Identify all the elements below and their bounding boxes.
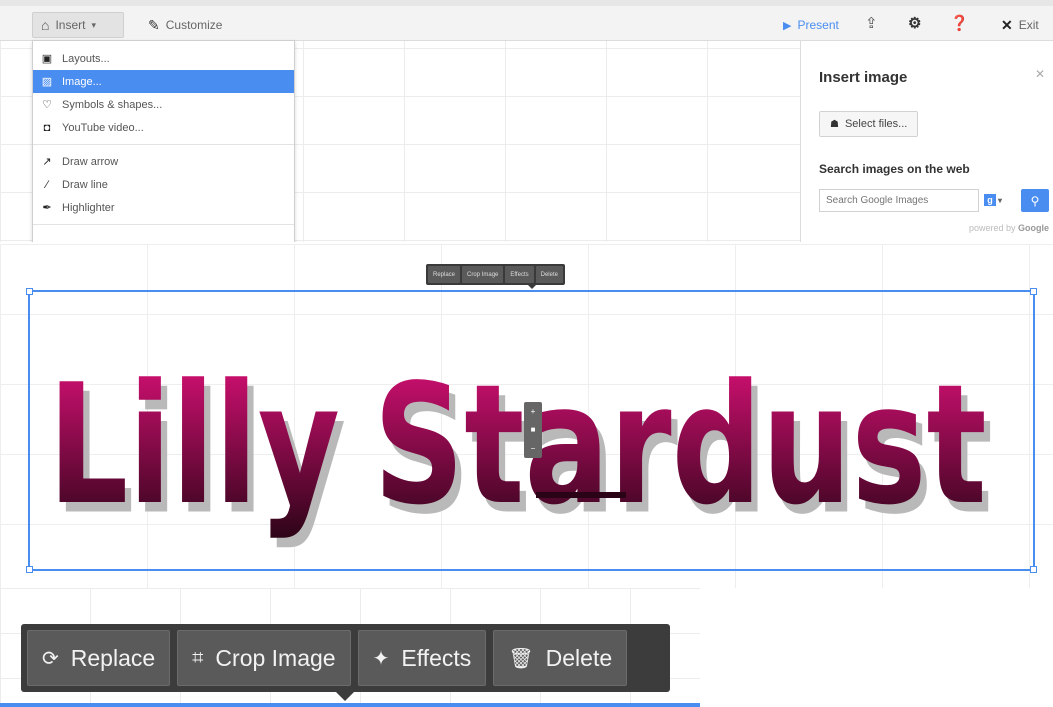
selection-edge-line — [0, 703, 700, 707]
insert-dropdown-menu: ▣ Layouts... ▨ Image... ♡ Symbols & shap… — [32, 40, 295, 242]
google-icon: g — [984, 194, 996, 206]
image-toolbar: ⟳ Replace ⌗ Crop Image ✦ Effects 🗑 Delet… — [21, 624, 670, 692]
menu-divider — [33, 144, 294, 145]
menu-item-label: YouTube video... — [62, 121, 144, 134]
video-icon: ◘ — [43, 121, 51, 134]
menu-item-highlighter[interactable]: ✒ Highlighter — [33, 196, 294, 219]
menu-item-label: Draw arrow — [62, 155, 119, 168]
title-underline-mark — [536, 492, 626, 498]
panel-title: Insert image — [819, 69, 908, 86]
replace-icon: ⟳ — [42, 647, 59, 670]
present-button[interactable]: ▶ Present — [775, 12, 847, 38]
image-search-input[interactable] — [819, 189, 979, 212]
close-icon[interactable]: ✕ — [1035, 67, 1045, 81]
image-mini-toolbar: Replace Crop Image Effects Delete — [426, 264, 565, 285]
search-section-title: Search images on the web — [819, 162, 970, 176]
layout-icon: ▣ — [41, 53, 53, 65]
resize-handle-bottom-left[interactable] — [26, 566, 33, 573]
line-icon: ∕ — [46, 178, 48, 191]
image-icon: ▨ — [41, 76, 53, 88]
crop-image-button[interactable]: ⌗ Crop Image — [177, 630, 351, 686]
mini-replace-button[interactable]: Replace — [428, 266, 461, 283]
menu-item-label: Symbols & shapes... — [62, 98, 163, 111]
insert-image-panel: Insert image ✕ ☗ Select files... Search … — [800, 41, 1053, 242]
resize-handle-top-right[interactable] — [1030, 288, 1037, 295]
zoom-out-icon[interactable]: − — [531, 444, 536, 453]
menu-item-label: Image... — [62, 75, 102, 88]
image-toolbar-zoom-panel: ⟳ Replace ⌗ Crop Image ✦ Effects 🗑 Delet… — [0, 588, 700, 707]
image-zoom-control[interactable]: + ■ − — [524, 402, 542, 458]
insert-icon: ⌂ — [41, 17, 50, 33]
crop-icon: ⌗ — [192, 646, 204, 669]
shapes-icon: ♡ — [42, 99, 52, 111]
close-icon: ✕ — [1001, 16, 1013, 33]
zoom-reset-icon[interactable]: ■ — [531, 425, 536, 434]
replace-button[interactable]: ⟳ Replace — [27, 630, 171, 686]
insert-label: Insert — [55, 18, 86, 32]
trash-icon: 🗑 — [508, 647, 534, 670]
share-icon[interactable]: ⇪ — [865, 14, 878, 32]
menu-item-draw-line[interactable]: ∕ Draw line — [33, 173, 294, 196]
menu-item-symbols[interactable]: ♡ Symbols & shapes... — [33, 93, 294, 116]
powered-by-text: powered by — [968, 223, 1016, 233]
menu-item-draw-arrow[interactable]: ↗ Draw arrow — [33, 150, 294, 173]
title-word-lilly: Lilly — [48, 348, 340, 542]
title-text: Lilly Stardust — [48, 348, 987, 542]
pencil-icon: ✎ — [148, 16, 160, 33]
search-provider-select[interactable]: g ▾ — [984, 191, 1008, 209]
exit-button[interactable]: ✕ Exit — [993, 12, 1047, 38]
effects-button[interactable]: ✦ Effects — [357, 630, 487, 686]
editor-top-panel: ⌂ Insert ▾ ✎ Customize ▶ Present ⇪ ⚙ ❓ ✕… — [0, 0, 1053, 242]
title-word-stardust: Stardust — [374, 348, 987, 542]
screenshot-canvas: ⌂ Insert ▾ ✎ Customize ▶ Present ⇪ ⚙ ❓ ✕… — [0, 0, 1053, 707]
sparkle-icon: ✦ — [372, 647, 390, 670]
mini-toolbar-pointer — [528, 285, 536, 289]
customize-label: Customize — [165, 18, 223, 32]
menu-divider — [33, 224, 294, 225]
slide-panel: Replace Crop Image Effects Delete Lilly … — [0, 244, 1053, 588]
search-button[interactable]: ⚲ — [1021, 189, 1049, 212]
delete-label: Delete — [545, 644, 613, 671]
delete-button[interactable]: 🗑 Delete — [493, 630, 628, 686]
gear-icon[interactable]: ⚙ — [908, 14, 921, 32]
exit-label: Exit — [1018, 18, 1039, 32]
play-icon: ▶ — [783, 19, 792, 32]
select-files-button[interactable]: ☗ Select files... — [819, 111, 919, 137]
present-label: Present — [797, 18, 839, 32]
help-icon[interactable]: ❓ — [950, 14, 969, 32]
replace-label: Replace — [70, 644, 156, 671]
insert-menu-button[interactable]: ⌂ Insert ▾ — [32, 12, 124, 38]
editor-toolbar: ⌂ Insert ▾ ✎ Customize ▶ Present ⇪ ⚙ ❓ ✕… — [0, 0, 1053, 41]
powered-by-brand: Google — [1018, 223, 1049, 233]
menu-item-label: Highlighter — [62, 201, 115, 214]
resize-handle-bottom-right[interactable] — [1030, 566, 1037, 573]
powered-by-note: powered by Google — [969, 223, 1049, 233]
crop-label: Crop Image — [215, 644, 336, 671]
select-files-label: Select files... — [844, 118, 908, 130]
mini-crop-button[interactable]: Crop Image — [462, 266, 504, 283]
customize-button[interactable]: ✎ Customize — [140, 12, 230, 38]
upload-icon: ☗ — [830, 118, 839, 130]
arrow-icon: ↗ — [42, 156, 52, 168]
menu-item-image[interactable]: ▨ Image... — [33, 70, 294, 93]
toolbar-pointer — [336, 692, 354, 701]
highlighter-icon: ✒ — [42, 202, 52, 214]
chevron-down-icon: ▾ — [91, 19, 97, 30]
menu-item-layouts[interactable]: ▣ Layouts... — [33, 47, 294, 70]
mini-effects-button[interactable]: Effects — [505, 266, 534, 283]
chevron-down-icon: ▾ — [998, 195, 1003, 205]
zoom-in-icon[interactable]: + — [531, 407, 536, 416]
menu-item-label: Layouts... — [62, 52, 110, 65]
resize-handle-top-left[interactable] — [26, 288, 33, 295]
mini-delete-button[interactable]: Delete — [535, 266, 563, 283]
menu-item-youtube[interactable]: ◘ YouTube video... — [33, 116, 294, 139]
search-icon: ⚲ — [1030, 193, 1040, 208]
menu-item-label: Draw line — [62, 178, 108, 191]
effects-label: Effects — [401, 644, 472, 671]
